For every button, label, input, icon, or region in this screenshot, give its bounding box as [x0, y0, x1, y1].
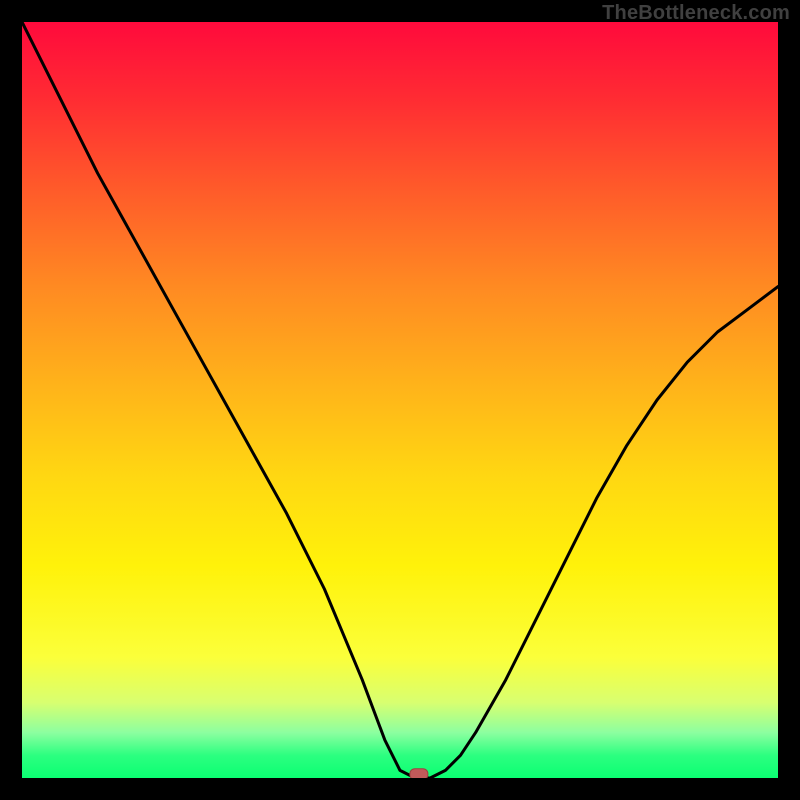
chart-plot-area [22, 22, 778, 778]
attribution-label: TheBottleneck.com [602, 2, 790, 25]
chart-frame: TheBottleneck.com [0, 0, 800, 800]
bottleneck-curve [22, 22, 778, 778]
chart-svg [22, 22, 778, 778]
minimum-marker [410, 769, 428, 778]
